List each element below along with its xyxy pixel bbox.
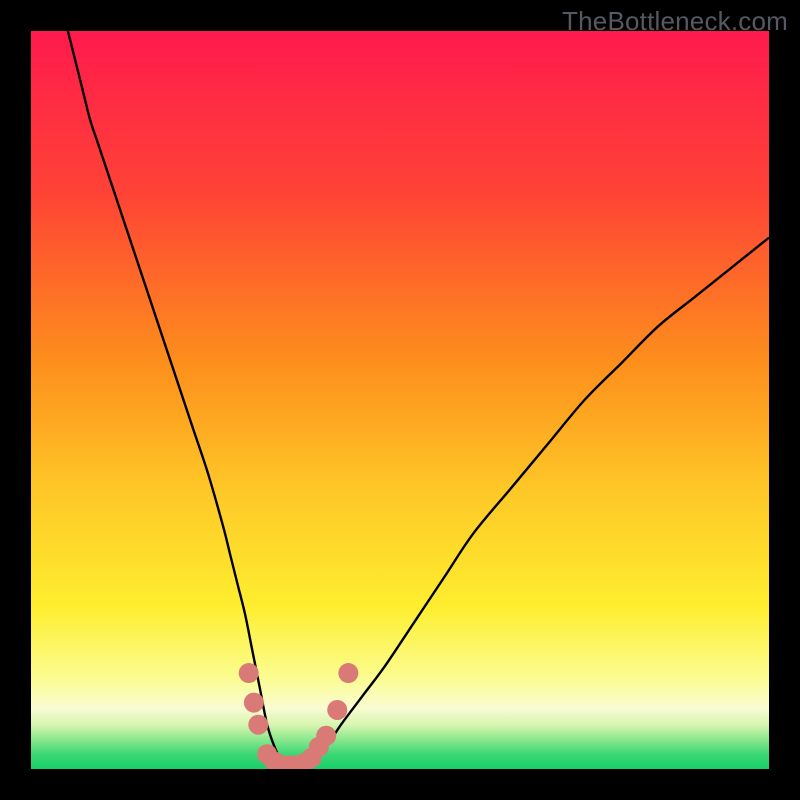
bottleneck-curve — [68, 31, 769, 769]
highlight-dots — [239, 663, 359, 769]
plot-area — [31, 31, 769, 769]
highlight-dot — [338, 663, 358, 683]
highlight-dot — [248, 715, 268, 735]
highlight-dot — [327, 700, 347, 720]
highlight-dot — [244, 693, 264, 713]
curve-layer — [31, 31, 769, 769]
highlight-dot — [316, 726, 336, 746]
chart-frame: TheBottleneck.com — [0, 0, 800, 800]
highlight-dot — [239, 663, 259, 683]
watermark-text: TheBottleneck.com — [562, 6, 788, 37]
